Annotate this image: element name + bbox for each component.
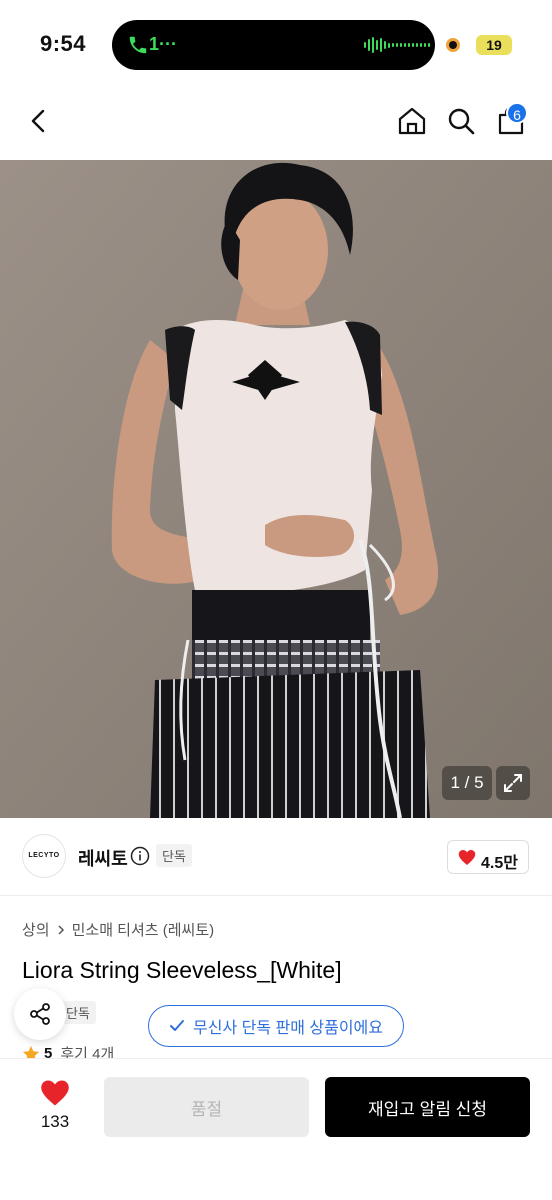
phone-icon: [129, 36, 147, 54]
audio-waveform-icon: [364, 37, 430, 53]
heart-icon: [458, 850, 476, 865]
info-icon[interactable]: [130, 846, 150, 866]
bottom-action-bar: 133 품절 재입고 알림 신청: [0, 1058, 552, 1200]
breadcrumb-item[interactable]: 민소매 티셔츠 (레씨토): [72, 919, 215, 940]
battery-indicator: 19: [476, 35, 512, 55]
product-image-gallery[interactable]: 1 / 5: [0, 160, 552, 818]
back-arrow-icon[interactable]: [24, 106, 54, 136]
expand-image-button[interactable]: [496, 766, 530, 800]
check-icon: [170, 1020, 184, 1031]
wishlist-heart-icon[interactable]: [40, 1079, 70, 1107]
dynamic-island-call[interactable]: 1···: [112, 20, 435, 70]
status-time: 9:54: [40, 31, 87, 56]
top-nav-bar: 6: [0, 90, 552, 160]
brand-like-count: 4.5만: [481, 855, 518, 872]
brand-exclusive-tag: 단독: [156, 844, 192, 867]
exclusive-notice-banner: 무신사 단독 판매 상품이에요: [148, 1005, 404, 1047]
brand-row: LECYTO 레씨토 단독 4.5만: [0, 818, 552, 896]
share-icon: [30, 1003, 50, 1025]
share-button[interactable]: [14, 988, 66, 1040]
product-photo: [0, 160, 552, 818]
chevron-right-icon: [58, 924, 64, 935]
category-breadcrumb: 상의 민소매 티셔츠 (레씨토): [22, 919, 214, 940]
expand-icon: [504, 774, 522, 792]
exclusive-notice-text: 무신사 단독 판매 상품이에요: [193, 1020, 383, 1037]
breadcrumb-item[interactable]: 상의: [22, 919, 50, 940]
cart-count-badge: 6: [506, 102, 528, 124]
home-icon[interactable]: [396, 105, 428, 137]
search-icon[interactable]: [445, 105, 477, 137]
restock-alert-button[interactable]: 재입고 알림 신청: [325, 1077, 530, 1137]
wishlist-count: 133: [40, 1112, 70, 1131]
status-bar: 9:54 1··· 19: [0, 0, 552, 90]
brand-logo[interactable]: LECYTO: [22, 834, 66, 878]
recording-indicator-icon: [446, 38, 460, 52]
brand-like-button[interactable]: 4.5만: [447, 840, 529, 874]
brand-name-link[interactable]: 레씨토: [78, 845, 128, 871]
product-title: Liora String Sleeveless_[White]: [22, 957, 342, 983]
soldout-button: 품절: [104, 1077, 309, 1137]
image-page-counter: 1 / 5: [442, 766, 492, 800]
call-indicator-text: 1···: [149, 34, 177, 54]
